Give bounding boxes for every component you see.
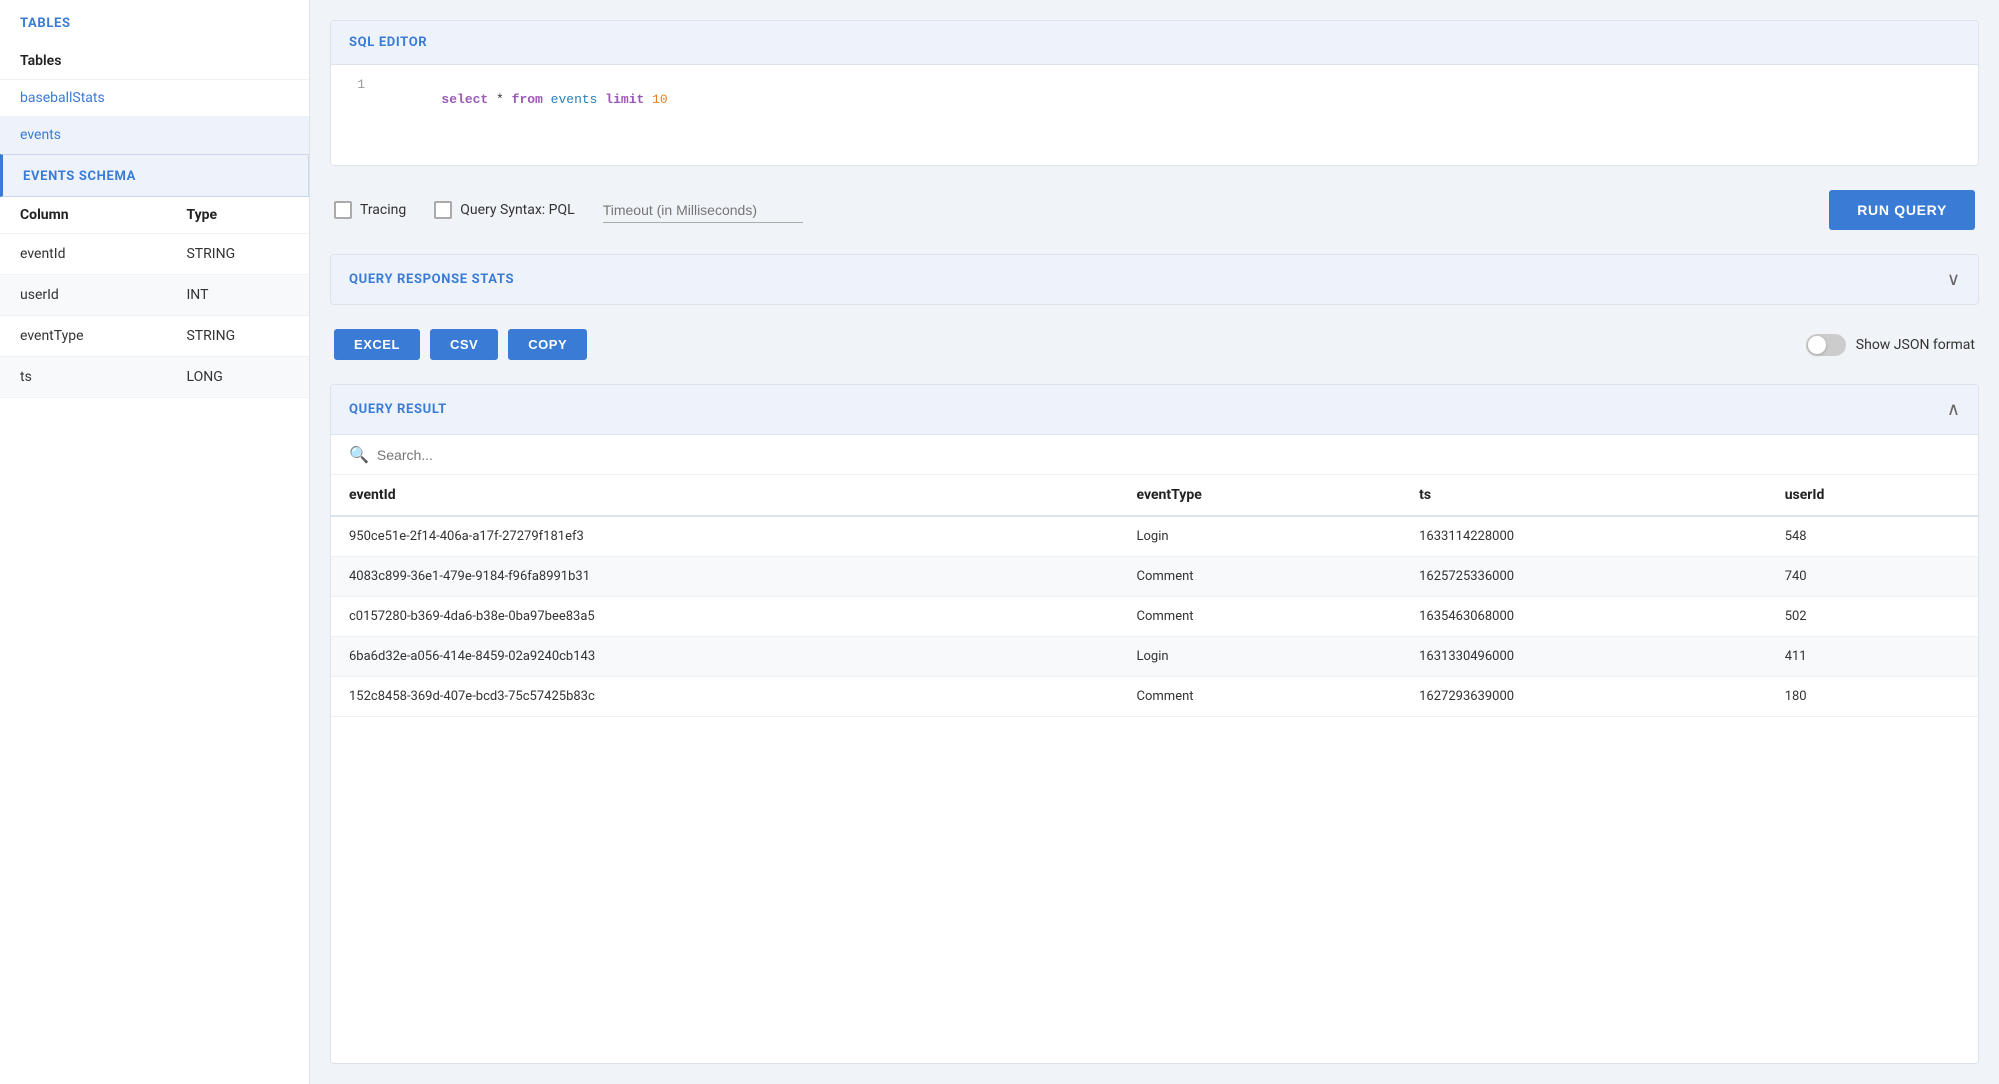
table-cell: Comment	[1119, 677, 1402, 717]
schema-column-type: STRING	[166, 316, 309, 357]
copy-button[interactable]: COPY	[508, 329, 587, 360]
controls-row: Tracing Query Syntax: PQL RUN QUERY	[330, 182, 1979, 238]
table-cell: Comment	[1119, 557, 1402, 597]
sql-editor-body[interactable]: 1 select * from events limit 10	[331, 65, 1978, 165]
search-input[interactable]	[377, 447, 1960, 463]
table-cell: 502	[1767, 597, 1978, 637]
export-row: EXCEL CSV COPY Show JSON format	[330, 321, 1979, 368]
schema-row: ts LONG	[0, 357, 309, 398]
search-icon: 🔍	[349, 445, 369, 464]
table-cell: 6ba6d32e-a056-414e-8459-02a9240cb143	[331, 637, 1119, 677]
table-cell: 1633114228000	[1401, 516, 1767, 557]
sql-query-text[interactable]: select * from events limit 10	[379, 77, 668, 153]
timeout-input[interactable]	[603, 198, 803, 223]
schema-column-type: LONG	[166, 357, 309, 398]
schema-row: eventType STRING	[0, 316, 309, 357]
schema-row: eventId STRING	[0, 234, 309, 275]
tracing-checkbox[interactable]	[334, 201, 352, 219]
schema-column-name: eventId	[0, 234, 166, 275]
table-cell: 180	[1767, 677, 1978, 717]
tracing-label: Tracing	[360, 202, 406, 218]
json-format-toggle[interactable]	[1806, 334, 1846, 356]
excel-button[interactable]: EXCEL	[334, 329, 420, 360]
query-response-chevron-icon: ∨	[1947, 269, 1960, 290]
schema-column-type: STRING	[166, 234, 309, 275]
schema-type-header: Type	[166, 197, 309, 234]
query-result-header[interactable]: QUERY RESULT ∧	[331, 385, 1978, 435]
query-response-stats-header[interactable]: QUERY RESPONSE STATS ∨	[331, 255, 1978, 304]
sql-editor-header: SQL EDITOR	[331, 21, 1978, 65]
schema-column-name: ts	[0, 357, 166, 398]
result-col-header: eventId	[331, 475, 1119, 516]
result-table: eventIdeventTypetsuserId 950ce51e-2f14-4…	[331, 475, 1978, 717]
table-cell: 740	[1767, 557, 1978, 597]
schema-column-name: eventType	[0, 316, 166, 357]
table-cell: 548	[1767, 516, 1978, 557]
query-syntax-group: Query Syntax: PQL	[434, 201, 574, 219]
table-row: c0157280-b369-4da6-b38e-0ba97bee83a5Comm…	[331, 597, 1978, 637]
tracing-group: Tracing	[334, 201, 406, 219]
query-syntax-checkbox[interactable]	[434, 201, 452, 219]
query-result-chevron-icon: ∧	[1947, 399, 1960, 420]
table-cell: 152c8458-369d-407e-bcd3-75c57425b83c	[331, 677, 1119, 717]
query-result-title: QUERY RESULT	[349, 402, 447, 417]
run-query-button[interactable]: RUN QUERY	[1829, 190, 1975, 230]
table-row: 152c8458-369d-407e-bcd3-75c57425b83cComm…	[331, 677, 1978, 717]
schema-column-name: userId	[0, 275, 166, 316]
table-row: 6ba6d32e-a056-414e-8459-02a9240cb143Logi…	[331, 637, 1978, 677]
table-cell: Login	[1119, 637, 1402, 677]
sidebar-item-events[interactable]: events	[0, 117, 309, 154]
tables-label: Tables	[0, 43, 309, 80]
table-cell: 411	[1767, 637, 1978, 677]
result-col-header: ts	[1401, 475, 1767, 516]
table-cell: c0157280-b369-4da6-b38e-0ba97bee83a5	[331, 597, 1119, 637]
table-row: 950ce51e-2f14-406a-a17f-27279f181ef3Logi…	[331, 516, 1978, 557]
table-cell: Login	[1119, 516, 1402, 557]
table-cell: 1635463068000	[1401, 597, 1767, 637]
query-result-panel: QUERY RESULT ∧ 🔍 eventIdeventTypetsuserI…	[330, 384, 1979, 1064]
json-format-label: Show JSON format	[1856, 337, 1975, 353]
csv-button[interactable]: CSV	[430, 329, 498, 360]
query-response-stats-title: QUERY RESPONSE STATS	[349, 272, 514, 287]
sidebar: TABLES Tables baseballStats events EVENT…	[0, 0, 310, 1084]
schema-table: Column Type eventId STRING userId INT ev…	[0, 197, 309, 398]
sidebar-item-baseballstats[interactable]: baseballStats	[0, 80, 309, 117]
schema-col-header: Column	[0, 197, 166, 234]
tables-section-header: TABLES	[0, 0, 309, 43]
table-cell: Comment	[1119, 597, 1402, 637]
query-syntax-label: Query Syntax: PQL	[460, 202, 574, 218]
sql-editor-panel: SQL EDITOR 1 select * from events limit …	[330, 20, 1979, 166]
search-row: 🔍	[331, 435, 1978, 475]
main-content: SQL EDITOR 1 select * from events limit …	[310, 0, 1999, 1084]
table-row: 4083c899-36e1-479e-9184-f96fa8991b31Comm…	[331, 557, 1978, 597]
schema-column-type: INT	[166, 275, 309, 316]
table-cell: 4083c899-36e1-479e-9184-f96fa8991b31	[331, 557, 1119, 597]
result-col-header: userId	[1767, 475, 1978, 516]
table-cell: 1625725336000	[1401, 557, 1767, 597]
query-response-stats-panel: QUERY RESPONSE STATS ∨	[330, 254, 1979, 305]
json-toggle-group: Show JSON format	[1806, 334, 1975, 356]
table-cell: 1627293639000	[1401, 677, 1767, 717]
schema-row: userId INT	[0, 275, 309, 316]
line-number: 1	[349, 77, 365, 153]
result-col-header: eventType	[1119, 475, 1402, 516]
table-cell: 1631330496000	[1401, 637, 1767, 677]
schema-section-header: EVENTS SCHEMA	[0, 154, 309, 197]
table-cell: 950ce51e-2f14-406a-a17f-27279f181ef3	[331, 516, 1119, 557]
